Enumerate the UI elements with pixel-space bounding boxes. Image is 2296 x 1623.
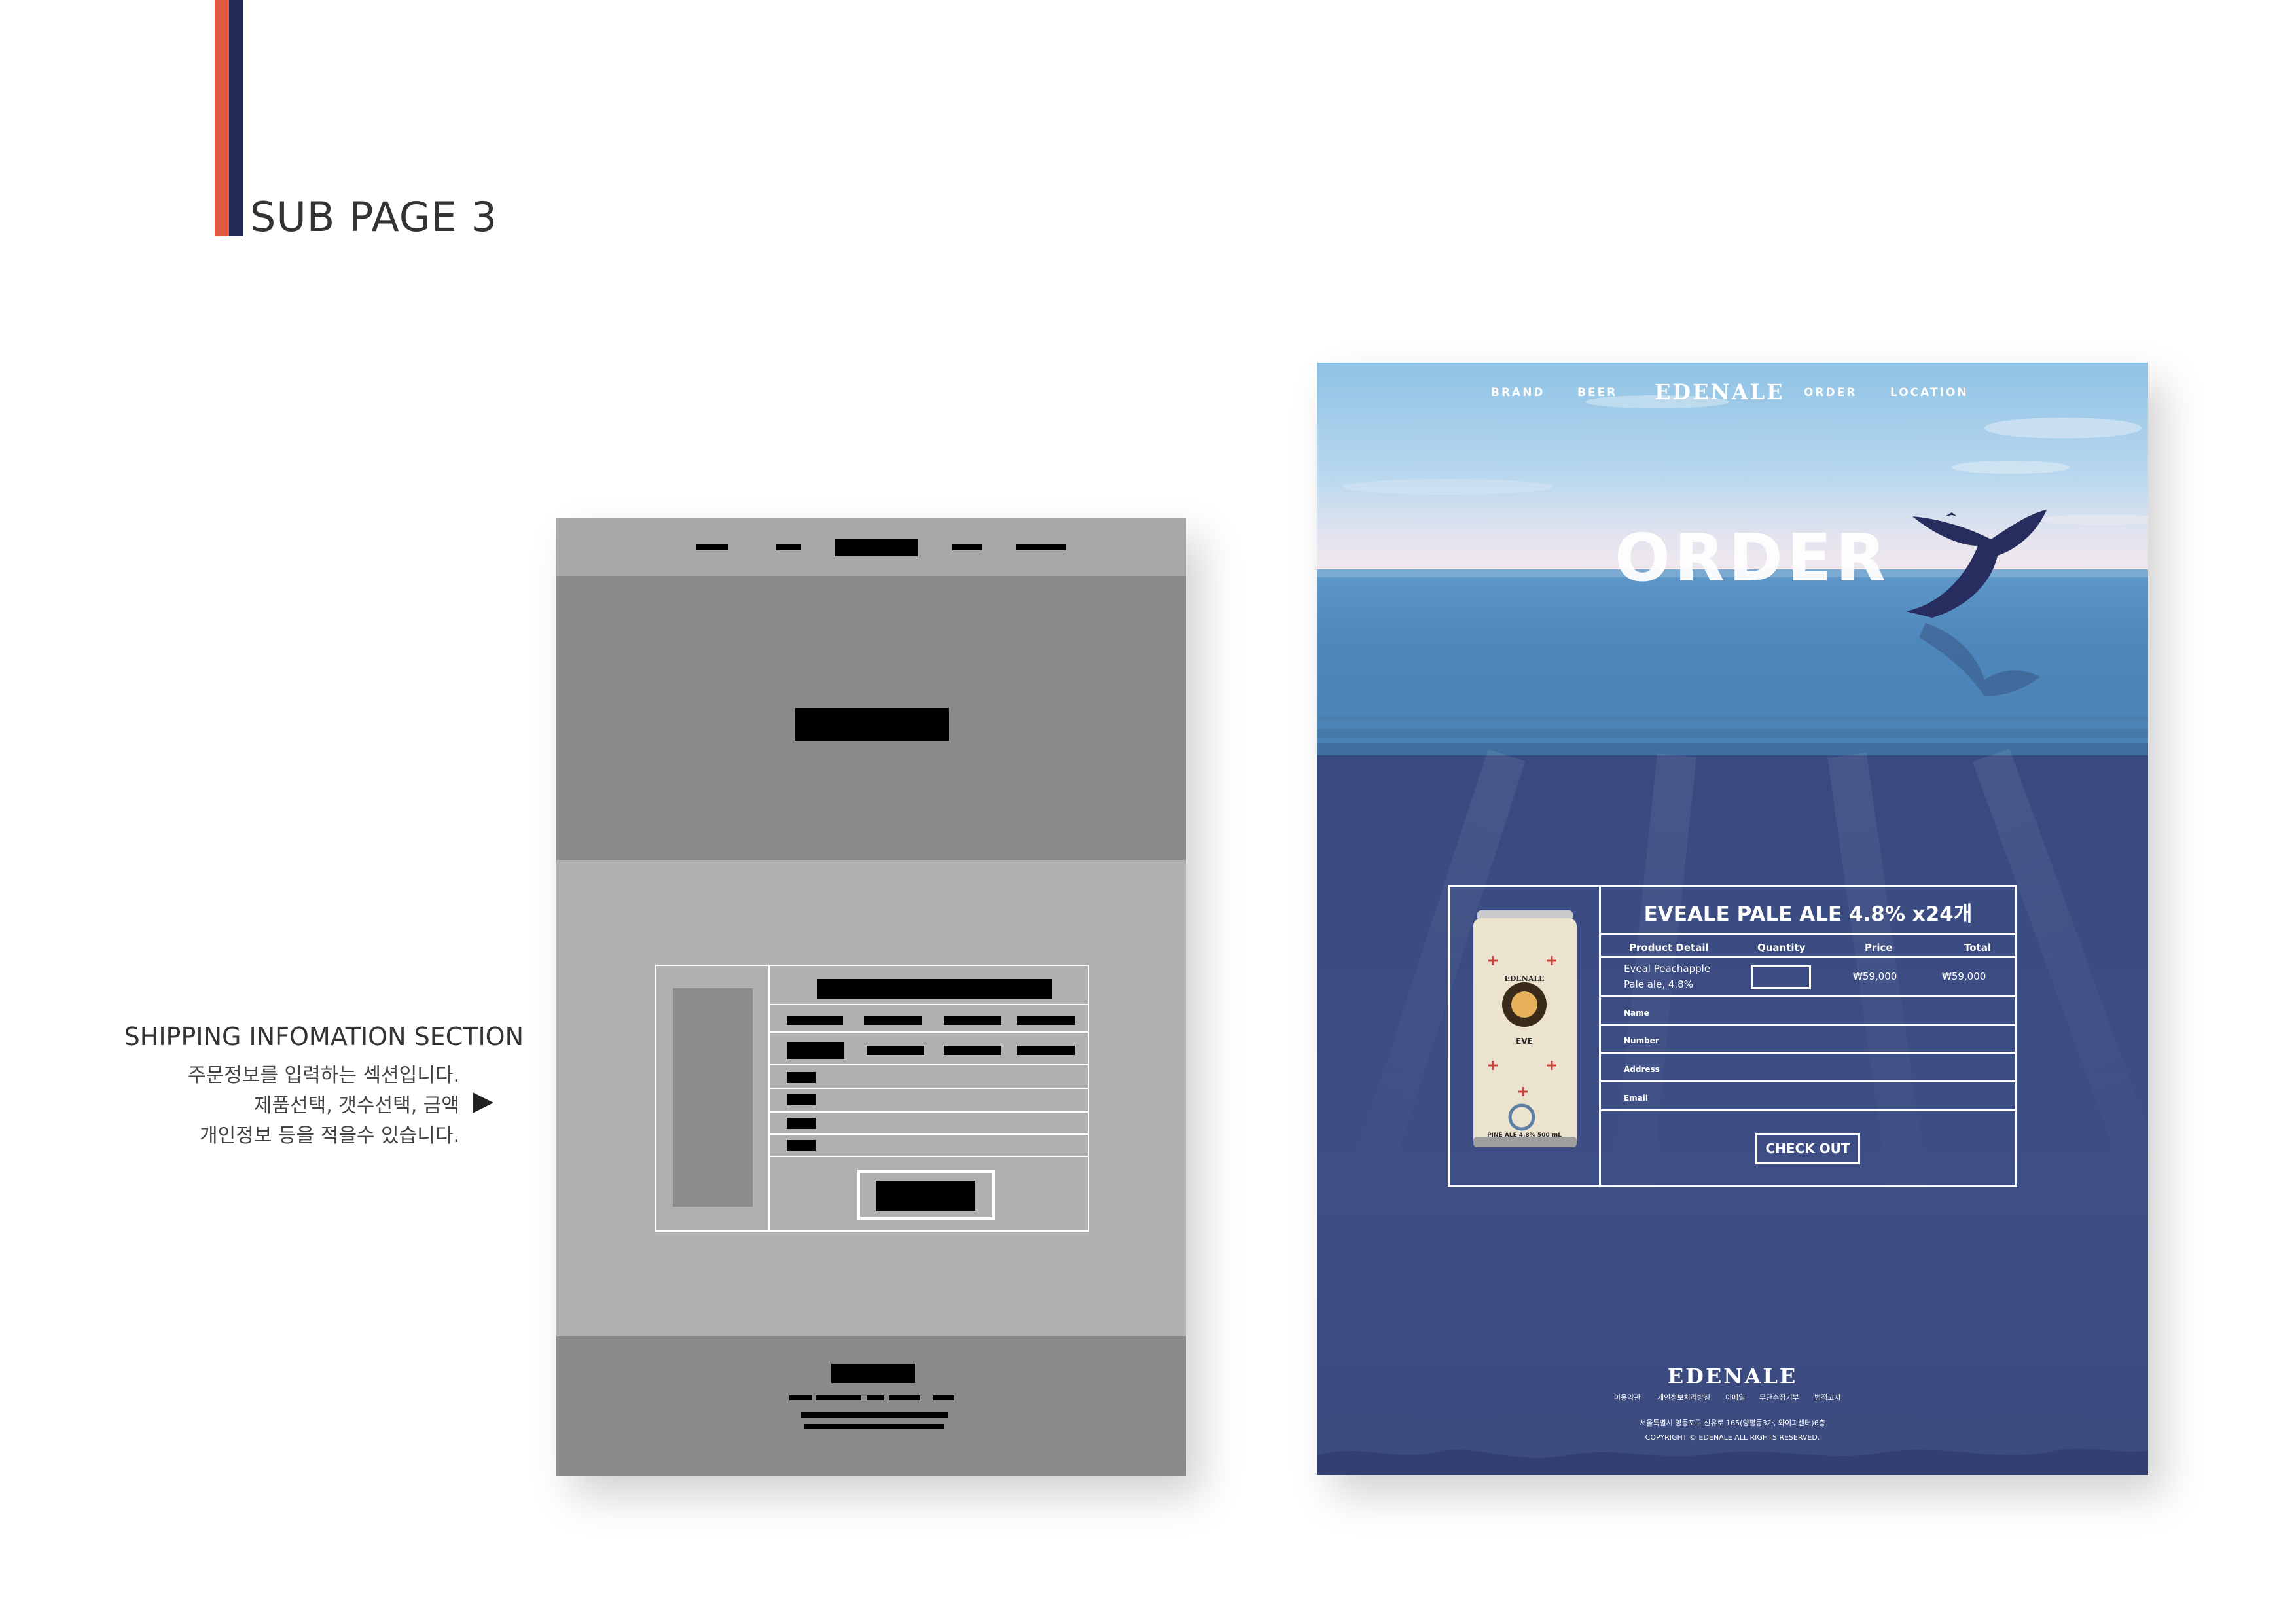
footer-link-email[interactable]: 이메일 [1725,1392,1745,1402]
wireframe-column-header [1017,1016,1075,1025]
wireframe-footer-text [801,1412,948,1418]
wireframe-column-header [787,1016,843,1025]
wireframe-cell [1017,1046,1075,1055]
design-mockup: ORDER BRAND BEER EDENALE ORDER LOCATION [1317,363,2148,1475]
product-title: EVEALE PALE ALE 4.8% x24개 [1643,902,1973,926]
row-line [1601,1109,2015,1111]
beer-can-image: EVE EDENALE PINE ALE 4.8% 500 mL [1473,910,1577,1147]
wireframe-field-label [787,1118,816,1129]
wireframe-logo [835,539,918,556]
wireframe-footer-link [889,1395,920,1400]
wireframe-footer-logo [831,1364,915,1383]
number-field[interactable]: Number [1624,1036,1659,1045]
wave-band [1317,743,2148,755]
nav-location[interactable]: LOCATION [1890,386,1969,399]
footer-link-legal[interactable]: 법적고지 [1814,1392,1840,1402]
wireframe-row-line [770,1088,1089,1089]
wireframe-footer [556,1336,1186,1476]
checkout-button[interactable]: CHECK OUT [1755,1133,1860,1164]
wireframe-cell [787,1042,844,1059]
wireframe-field-label [787,1072,816,1083]
column-total: Total [1964,942,1991,954]
description-line: 개인정보 등을 적을수 있습니다. [200,1124,459,1147]
description-line: 제품선택, 갯수선택, 금액 [253,1094,459,1117]
column-quantity: Quantity [1757,942,1806,954]
wireframe-nav-item [1016,544,1066,550]
accent-bar-navy [229,0,243,236]
column-product-detail: Product Detail [1629,942,1709,954]
wireframe-product-title [817,979,1052,999]
wireframe-footer-link [933,1395,954,1400]
wireframe-button [876,1181,975,1211]
email-field[interactable]: Email [1624,1094,1648,1103]
wireframe-cell [867,1046,924,1055]
footer-address: 서울특별시 영등포구 선유로 165(양평동3가, 와이피센터)6층 [1640,1419,1825,1427]
wireframe-row-line [770,1111,1089,1113]
column-price: Price [1865,942,1893,954]
wireframe-nav-item [952,544,982,550]
can-label-text: EVE [1516,1037,1533,1046]
wireframe-footer-link [816,1395,861,1400]
wireframe [556,518,1186,1476]
quantity-input[interactable] [1751,965,1811,989]
wireframe-column-header [944,1016,1001,1025]
order-card: EVE EDENALE PINE ALE 4.8% 500 mL EVEALE … [1448,885,2017,1187]
name-field[interactable]: Name [1624,1008,1649,1018]
product-spec: Pale ale, 4.8% [1624,978,1693,990]
wireframe-cell [944,1046,1001,1055]
product-name: Eveal Peachapple [1624,963,1711,974]
row-line [1601,1024,2015,1026]
wireframe-row-line [770,1156,1089,1157]
can-bottom-text: PINE ALE 4.8% 500 mL [1487,1132,1562,1139]
footer-copyright: COPYRIGHT © EDENALE ALL RIGHTS RESERVED. [1645,1433,1820,1442]
wireframe-row-line [770,1004,1089,1005]
footer-link-terms[interactable]: 이용약관 [1614,1392,1640,1402]
footer-logo[interactable]: EDENALE [1317,1364,2148,1389]
wireframe-nav-item [696,544,728,550]
pointer-arrow-icon [473,1092,493,1113]
row-line [1601,933,2015,935]
wireframe-product-image [673,988,753,1207]
nav-beer[interactable]: BEER [1577,386,1617,399]
wireframe-footer-link [789,1395,812,1400]
footer-link-no-collection[interactable]: 무단수집거부 [1759,1392,1799,1402]
whale-tail-icon [1906,510,2047,696]
wireframe-footer-link [867,1395,884,1400]
total-value: ₩59,000 [1942,971,1986,982]
accent-bar-red [215,0,229,236]
wireframe-row-line [770,1031,1089,1033]
wireframe-nav-item [776,544,801,550]
hero-title: ORDER [1615,520,1890,596]
row-line [1601,956,2015,958]
footer-link-privacy[interactable]: 개인정보처리방침 [1657,1392,1710,1402]
price-value: ₩59,000 [1853,971,1897,982]
nav-order[interactable]: ORDER [1804,386,1857,399]
wireframe-field-label [787,1094,816,1105]
card-divider [1599,887,1601,1185]
wireframe-row-line [770,1064,1089,1065]
wave-band [1317,729,2148,738]
wireframe-hero-title [795,708,949,741]
row-line [1601,1052,2015,1054]
page-title: SUB PAGE 3 [250,193,498,241]
wireframe-row-line [770,1133,1089,1135]
description-title: SHIPPING INFOMATION SECTION [124,1022,524,1051]
address-field[interactable]: Address [1624,1065,1660,1074]
can-brand-text: EDENALE [1504,974,1544,983]
row-line [1601,1080,2015,1082]
wireframe-footer-text [804,1424,944,1429]
nav-brand[interactable]: BRAND [1491,386,1545,399]
nav-logo[interactable]: EDENALE [1655,380,1785,404]
wireframe-column-header [864,1016,922,1025]
row-line [1601,995,2015,997]
wireframe-field-label [787,1140,816,1151]
description-line: 주문정보를 입력하는 섹션입니다. [187,1064,459,1087]
